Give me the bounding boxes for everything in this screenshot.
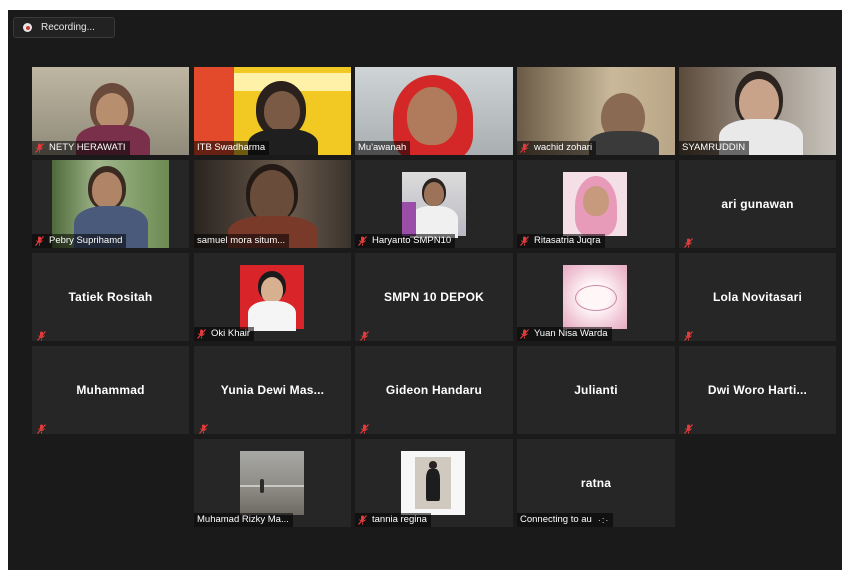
- participant-name-label: ITB Swadharma: [194, 141, 270, 155]
- participant-display-name: ratna: [580, 476, 612, 490]
- muted-mic-icon: [360, 328, 369, 341]
- participant-display-name: Yunia Dewi Mas...: [220, 383, 325, 397]
- participant-display-name: ari gunawan: [721, 197, 794, 211]
- participant-tile[interactable]: tannia regina: [355, 439, 513, 527]
- muted-mic-icon: [358, 515, 367, 525]
- participant-name: Haryanto SMPN10: [372, 235, 452, 246]
- muted-mic-icon: [520, 329, 529, 339]
- participant-tile[interactable]: SYAMRUDDIN: [679, 67, 836, 155]
- participant-photo: [402, 172, 466, 238]
- participant-tile[interactable]: Gideon Handaru: [355, 346, 513, 434]
- participant-display-name: Muhammad: [76, 383, 145, 397]
- muted-mic-icon: [358, 236, 367, 246]
- muted-mic-icon: [37, 421, 46, 434]
- participant-name-label: SYAMRUDDIN: [679, 141, 750, 155]
- muted-mic-icon: [35, 143, 44, 153]
- participant-tile[interactable]: Muhamad Rizky Ma...: [194, 439, 351, 527]
- participant-display-name: Lola Novitasari: [712, 290, 803, 304]
- participant-display-name: Gideon Handaru: [385, 383, 483, 397]
- participant-tile[interactable]: Yunia Dewi Mas...: [194, 346, 351, 434]
- participant-name-label: Ritasatria Juqra: [517, 234, 605, 248]
- participant-tile[interactable]: Tatiek Rositah: [32, 253, 189, 341]
- connection-status: Connecting to au: [520, 514, 592, 525]
- participant-display-name: Julianti: [574, 383, 618, 397]
- participant-display-name: Tatiek Rositah: [68, 290, 153, 304]
- participant-tile[interactable]: Pebry Suprihamd: [32, 160, 189, 248]
- muted-mic-icon: [37, 328, 46, 341]
- participant-name: Ritasatria Juqra: [534, 235, 601, 246]
- participant-tile[interactable]: Dwi Woro Harti...: [679, 346, 836, 434]
- participant-name-label: Yuan Nisa Warda: [517, 327, 612, 341]
- participant-tile[interactable]: wachid zohari: [517, 67, 675, 155]
- participant-tile[interactable]: Muhammad: [32, 346, 189, 434]
- participant-tile[interactable]: ari gunawan: [679, 160, 836, 248]
- active-speaker-tile[interactable]: Mu'awanah: [355, 67, 513, 155]
- participant-photo: [240, 451, 304, 515]
- muted-mic-icon: [197, 329, 206, 339]
- muted-mic-icon: [684, 328, 693, 341]
- participant-photo: [240, 265, 304, 331]
- participant-name-label: wachid zohari: [517, 141, 597, 155]
- participant-tile[interactable]: Lola Novitasari: [679, 253, 836, 341]
- participant-name-label: Oki Khair: [194, 327, 255, 341]
- connection-status-label: Connecting to au ·:·: [517, 513, 614, 527]
- participant-tile[interactable]: Haryanto SMPN10: [355, 160, 513, 248]
- participant-name-label: tannia regina: [355, 513, 431, 527]
- participant-name: Yuan Nisa Warda: [534, 328, 608, 339]
- record-icon: [23, 23, 32, 32]
- muted-mic-icon: [360, 421, 369, 434]
- participant-name: Mu'awanah: [358, 142, 407, 153]
- recording-label: Recording...: [41, 22, 95, 33]
- participant-name: samuel mora situm...: [197, 235, 286, 246]
- muted-mic-icon: [520, 236, 529, 246]
- loading-spinner-icon: ·:·: [597, 515, 610, 525]
- participant-name-label: samuel mora situm...: [194, 234, 290, 248]
- participant-tile[interactable]: Yuan Nisa Warda: [517, 253, 675, 341]
- participant-tile[interactable]: SMPN 10 DEPOK: [355, 253, 513, 341]
- participant-tile[interactable]: NETY HERAWATI: [32, 67, 189, 155]
- recording-indicator[interactable]: Recording...: [13, 17, 115, 38]
- participant-name: Pebry Suprihamd: [49, 235, 123, 246]
- participant-name: SYAMRUDDIN: [682, 142, 746, 153]
- participant-tile[interactable]: samuel mora situm...: [194, 160, 351, 248]
- participant-photo: [563, 172, 627, 236]
- muted-mic-icon: [684, 421, 693, 434]
- participant-name-label: Mu'awanah: [355, 141, 411, 155]
- muted-mic-icon: [520, 143, 529, 153]
- participant-name: NETY HERAWATI: [49, 142, 126, 153]
- participant-tile[interactable]: ITB Swadharma: [194, 67, 351, 155]
- participant-name: wachid zohari: [534, 142, 593, 153]
- muted-mic-icon: [35, 236, 44, 246]
- participant-display-name: SMPN 10 DEPOK: [384, 290, 484, 304]
- participant-tile[interactable]: Julianti: [517, 346, 675, 434]
- muted-mic-icon: [199, 421, 208, 434]
- participant-tile[interactable]: Ritasatria Juqra: [517, 160, 675, 248]
- participant-name-label: Pebry Suprihamd: [32, 234, 127, 248]
- participant-display-name: Dwi Woro Harti...: [707, 383, 808, 397]
- participant-tile[interactable]: Oki Khair: [194, 253, 351, 341]
- participant-name: tannia regina: [372, 514, 427, 525]
- participant-name: Oki Khair: [211, 328, 251, 339]
- participant-name-label: Muhamad Rizky Ma...: [194, 513, 293, 527]
- participant-name: ITB Swadharma: [197, 142, 266, 153]
- participant-name: Muhamad Rizky Ma...: [197, 514, 289, 525]
- participant-photo: [401, 451, 465, 515]
- participant-name-label: Haryanto SMPN10: [355, 234, 456, 248]
- participant-tile[interactable]: ratna Connecting to au ·:·: [517, 439, 675, 527]
- participant-photo: [563, 265, 627, 329]
- muted-mic-icon: [684, 235, 693, 248]
- participant-name-label: NETY HERAWATI: [32, 141, 130, 155]
